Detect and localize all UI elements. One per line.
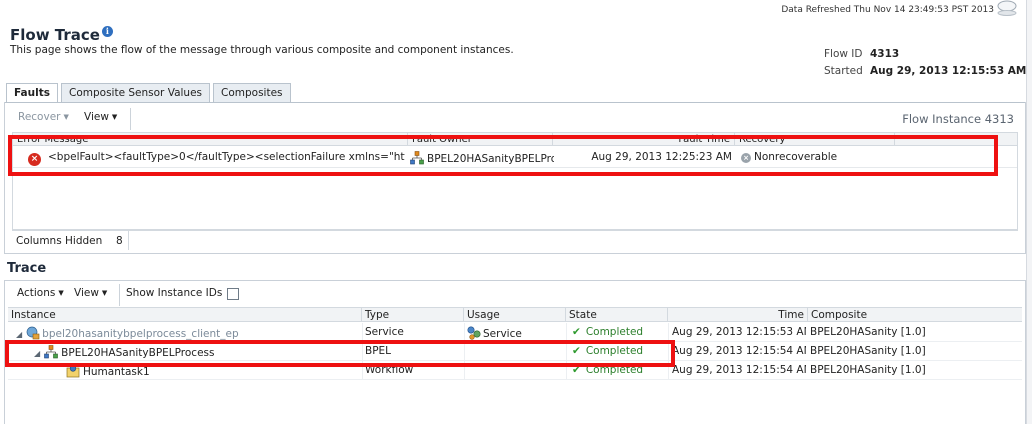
check-icon: ✔: [572, 326, 581, 338]
col-instance[interactable]: Instance: [8, 308, 362, 322]
bpel-component-icon: [44, 345, 58, 359]
expand-triangle-icon[interactable]: ◢: [16, 330, 22, 339]
faults-table-header: Error Message Fault Owner Fault Time Rec…: [13, 133, 1017, 146]
page-title: Flow Trace i: [10, 26, 113, 44]
chevron-down-icon: ▼: [63, 113, 69, 121]
tab-composite-sensor-values[interactable]: Composite Sensor Values: [61, 83, 211, 103]
info-icon[interactable]: i: [101, 26, 113, 37]
faults-table: Error Message Fault Owner Fault Time Rec…: [12, 132, 1018, 230]
error-icon: ×: [28, 150, 41, 166]
check-icon: ✔: [572, 364, 581, 376]
check-icon: ✔: [572, 345, 581, 357]
trace-toolbar: Actions ▼ View ▼ Show Instance IDs: [8, 284, 1022, 306]
page-description: This page shows the flow of the message …: [10, 44, 514, 56]
col-time[interactable]: Time: [668, 308, 808, 322]
state-cell: ✔ Completed: [572, 345, 644, 357]
flow-instance-label: Flow Instance 4313: [902, 112, 1014, 126]
bpel-component-icon: [410, 151, 424, 165]
instance-humantask[interactable]: Humantask1: [66, 364, 361, 378]
divider: [464, 342, 465, 361]
divider: [362, 323, 363, 342]
tab-composites[interactable]: Composites: [213, 83, 291, 103]
type-cell: Service: [365, 326, 404, 338]
page-scrollbar[interactable]: [1026, 0, 1032, 424]
state-cell: ✔ Completed: [572, 326, 644, 338]
refresh-icon[interactable]: [996, 0, 1018, 16]
started-value: Aug 29, 2013 12:15:53 AM: [870, 65, 1027, 77]
col-error-message[interactable]: Error Message: [13, 133, 408, 146]
divider: [362, 361, 363, 380]
faults-view-menu[interactable]: View ▼: [84, 111, 117, 123]
col-recovery[interactable]: Recovery: [735, 133, 895, 146]
table-row[interactable]: ◢ BPEL20HASanityBPELProcess BPEL ✔ Complet…: [8, 342, 1022, 361]
tab-faults[interactable]: Faults: [6, 83, 58, 103]
started-label: Started: [824, 65, 863, 77]
divider: [464, 361, 465, 380]
type-cell: Workflow: [365, 364, 414, 376]
composite-link[interactable]: BPEL20HASanity [1.0]: [810, 345, 926, 357]
divider: [566, 342, 567, 361]
time-cell: Aug 29, 2013 12:15:54 AM: [672, 345, 806, 357]
flow-id-label: Flow ID: [824, 48, 863, 60]
instance-bpel-process[interactable]: ◢ BPEL20HASanityBPELProcess: [34, 345, 361, 359]
col-usage[interactable]: Usage: [464, 308, 566, 322]
fault-owner[interactable]: BPEL20HASanityBPELProc: [410, 151, 554, 165]
col-state[interactable]: State: [566, 308, 668, 322]
toolbar-separator: [119, 284, 120, 306]
table-row[interactable]: ◢ bpel20hasanitybpelprocess_client_ep Ser…: [8, 323, 1022, 342]
show-instance-ids-checkbox[interactable]: [227, 288, 239, 300]
col-type[interactable]: Type: [362, 308, 464, 322]
divider: [464, 323, 465, 342]
col-composite[interactable]: Composite: [808, 308, 1022, 322]
fault-time: Aug 29, 2013 12:25:23 AM: [591, 151, 732, 163]
service-icon: [467, 326, 481, 340]
actions-menu[interactable]: Actions ▼: [17, 287, 64, 299]
state-cell: ✔ Completed: [572, 364, 644, 376]
recovery-status: × Nonrecoverable: [741, 151, 837, 163]
data-refreshed-text: Data Refreshed Thu Nov 14 23:49:53 PST 2…: [781, 5, 994, 15]
col-fault-owner[interactable]: Fault Owner: [408, 133, 553, 146]
type-cell: BPEL: [365, 345, 392, 357]
time-cell: Aug 29, 2013 12:15:54 AM: [672, 364, 806, 376]
toolbar-separator: [130, 108, 131, 130]
human-task-icon: [66, 365, 80, 378]
columns-hidden-count: 8: [116, 235, 123, 247]
columns-hidden-bar: Columns Hidden 8: [12, 230, 1018, 250]
divider: [668, 361, 669, 380]
col-fault-time[interactable]: Fault Time: [553, 133, 735, 146]
divider: [362, 342, 363, 361]
instance-client-ep[interactable]: ◢ bpel20hasanitybpelprocess_client_ep: [16, 326, 361, 340]
service-endpoint-icon: [26, 326, 40, 340]
divider: [128, 231, 129, 250]
time-cell: Aug 29, 2013 12:15:53 AM: [672, 326, 806, 338]
usage-cell: Service: [467, 326, 522, 340]
divider: [668, 342, 669, 361]
table-row[interactable]: Humantask1 Workflow ✔ Completed Aug 29, 2…: [8, 361, 1022, 380]
table-row[interactable]: × <bpelFault><faultType>0</faultType><se…: [13, 147, 1017, 168]
faults-toolbar: Recover ▼ View ▼ Flow Instance 4313: [8, 108, 1022, 130]
divider: [566, 361, 567, 380]
flow-id-value: 4313: [870, 48, 900, 60]
flow-id: Flow ID 4313: [824, 48, 899, 60]
divider: [668, 323, 669, 342]
composite-link[interactable]: BPEL20HASanity [1.0]: [810, 364, 926, 376]
trace-view-menu[interactable]: View ▼: [74, 287, 107, 299]
show-instance-ids-label: Show Instance IDs: [126, 287, 223, 299]
trace-table-header: Instance Type Usage State Time Composite: [8, 307, 1022, 322]
chevron-down-icon: ▼: [101, 289, 108, 297]
columns-hidden-label: Columns Hidden: [16, 235, 103, 247]
divider: [566, 323, 567, 342]
error-message-link[interactable]: <bpelFault><faultType>0</faultType><sele…: [48, 151, 405, 163]
chevron-down-icon: ▼: [111, 113, 118, 121]
chevron-down-icon: ▼: [58, 289, 64, 297]
started: Started Aug 29, 2013 12:15:53 AM: [824, 65, 1026, 77]
nonrecoverable-icon: ×: [741, 153, 751, 163]
recover-menu[interactable]: Recover ▼: [18, 111, 69, 123]
expand-triangle-icon[interactable]: ◢: [34, 349, 40, 358]
tab-bar: Faults Composite Sensor Values Composite…: [6, 83, 294, 103]
composite-link[interactable]: BPEL20HASanity [1.0]: [810, 326, 926, 338]
trace-table: Instance Type Usage State Time Composite…: [8, 307, 1022, 424]
trace-title: Trace: [7, 261, 47, 276]
